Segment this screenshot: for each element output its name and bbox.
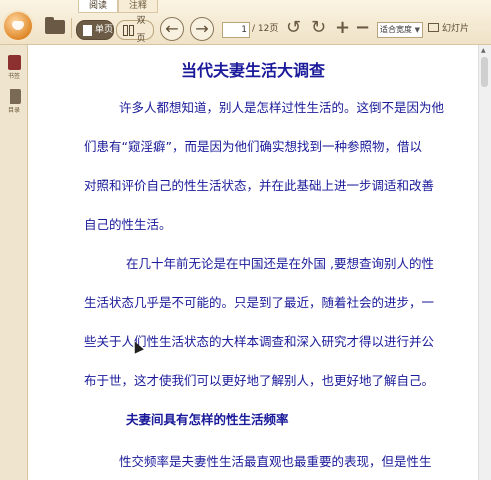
single-page-button[interactable]: 单页 — [76, 20, 114, 40]
vertical-scrollbar[interactable]: ▲ — [478, 45, 491, 480]
prev-page-button[interactable]: ← — [160, 17, 184, 41]
scrollbar-thumb[interactable] — [481, 57, 488, 87]
double-page-icon — [123, 24, 128, 36]
zoom-out-icon[interactable]: − — [355, 17, 370, 39]
document-title: 当代夫妻生活大调查 — [180, 61, 325, 80]
slideshow-button[interactable]: 幻灯片 — [428, 22, 469, 36]
rotate-right-icon[interactable]: ↻ — [311, 17, 326, 39]
single-page-icon — [83, 24, 92, 36]
open-folder-icon[interactable] — [45, 17, 65, 34]
zoom-in-icon[interactable]: + — [335, 17, 350, 39]
section-heading: 夫妻间具有怎样的性生活频率 — [126, 412, 289, 427]
sidebar-item-bookmark[interactable]: 书签 — [3, 55, 25, 80]
paragraph-line: 自己的性生活。 — [84, 217, 172, 232]
next-page-button[interactable]: → — [190, 17, 214, 41]
page-total-label: / 12页 — [252, 24, 279, 34]
double-page-button[interactable]: 双页 — [116, 16, 154, 44]
paragraph-line: 性交频率是夫妻性生活最直观也最重要的表现，但是性生 — [119, 454, 432, 469]
zoom-select[interactable]: 适合宽度 ▼ — [377, 22, 423, 38]
paragraph-line: 许多人都想知道，别人是怎样过性生活的。这倒不是因为他 — [119, 100, 445, 115]
toc-icon — [7, 89, 21, 104]
paragraph-line: 们患有“窥淫癖”，而是因为他们确实想找到一种参照物，借以 — [84, 139, 422, 154]
sidebar-item-toc[interactable]: 目录 — [3, 89, 25, 114]
document-page: 当代夫妻生活大调查 许多人都想知道，别人是怎样过性生活的。这倒不是因为他 们患有… — [28, 45, 478, 480]
tab-read[interactable]: 阅读 — [78, 0, 119, 13]
sidebar: 书签 目录 — [0, 45, 28, 480]
scroll-up-icon[interactable]: ▲ — [481, 47, 486, 54]
app-logo — [4, 12, 32, 40]
page-number-input[interactable]: 1 — [222, 22, 250, 38]
bookmark-icon — [7, 55, 21, 70]
toolbar: 阅读 注释 单页 双页 ← → 1 / 12页 ↺ ↻ + − 适合宽度 ▼ 幻… — [0, 0, 491, 45]
paragraph-line: 在几十年前无论是在中国还是在外国 ,要想查询别人的性 — [126, 256, 434, 271]
rotate-left-icon[interactable]: ↺ — [286, 17, 301, 39]
slideshow-icon — [428, 23, 439, 32]
paragraph-line: 生活状态几乎是不可能的。只是到了最近，随着社会的进步，一 — [84, 295, 435, 310]
chevron-down-icon: ▼ — [414, 26, 420, 34]
paragraph-line: 布于世，这才使我们可以更好地了解别人，也更好地了解自己。 — [84, 373, 435, 388]
paragraph-line: 对照和评价自己的性生活状态，并在此基础上进一步调适和改善 — [84, 178, 435, 193]
divider — [71, 18, 72, 38]
